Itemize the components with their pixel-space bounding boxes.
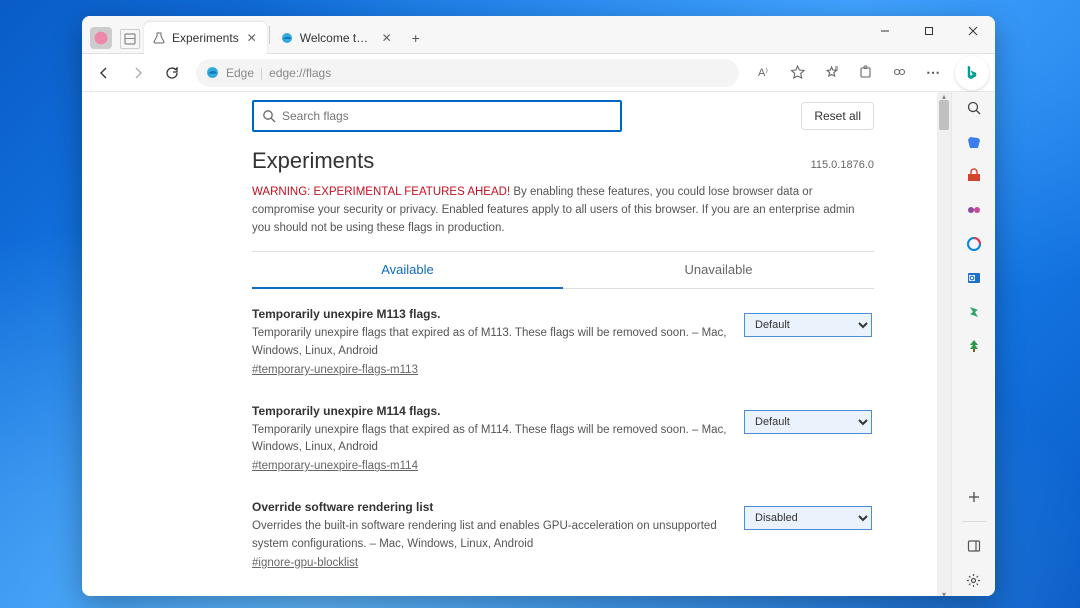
read-aloud-button[interactable]: A⁾ [747,58,779,88]
filter-tabs: Available Unavailable [252,251,874,289]
search-input[interactable] [282,109,612,123]
office-icon[interactable] [964,234,984,254]
address-url: edge://flags [269,66,331,80]
scrollbar[interactable]: ▴ ▾ [937,92,951,596]
flag-item: Temporarily unexpire M114 flags. Tempora… [252,404,874,475]
back-button[interactable] [88,58,120,88]
close-icon[interactable]: ✕ [380,31,394,45]
warning-text: WARNING: EXPERIMENTAL FEATURES AHEAD! By… [252,184,874,237]
flag-title: Temporarily unexpire M114 flags. [252,404,728,418]
collections-button[interactable] [883,58,915,88]
search-icon[interactable] [964,98,984,118]
tab-strip: Experiments ✕ Welcome to Microsoft Edge … [82,16,430,54]
page-title: Experiments [252,148,374,174]
close-icon[interactable]: ✕ [245,31,259,45]
games-icon[interactable] [964,200,984,220]
tab-welcome[interactable]: Welcome to Microsoft Edge Can ✕ [272,22,402,54]
minimize-button[interactable] [863,16,907,46]
content-area: Reset all Experiments 115.0.1876.0 WARNI… [82,92,995,596]
new-tab-button[interactable]: + [402,24,430,52]
tree-icon[interactable] [964,336,984,356]
tab-unavailable[interactable]: Unavailable [563,251,874,288]
close-button[interactable] [951,16,995,46]
toolbar: Edge | edge://flags A⁾ ⋯ [82,54,995,92]
add-icon[interactable] [964,487,984,507]
flag-dropdown[interactable]: Default [744,410,872,434]
flags-list: Temporarily unexpire M113 flags. Tempora… [252,307,874,596]
tab-experiments[interactable]: Experiments ✕ [144,22,267,54]
expand-sidebar-icon[interactable] [964,536,984,556]
menu-button[interactable]: ⋯ [917,58,949,88]
outlook-icon[interactable] [964,268,984,288]
shopping-icon[interactable] [964,132,984,152]
flag-title: Override software rendering list [252,500,728,514]
search-icon [262,109,276,123]
workspaces-button[interactable] [120,29,140,49]
flag-dropdown[interactable]: Default [744,313,872,337]
reset-all-button[interactable]: Reset all [801,102,874,130]
tab-title: Experiments [172,31,239,45]
address-brand: Edge [226,66,254,80]
address-bar[interactable]: Edge | edge://flags [196,59,739,87]
favorites-button[interactable] [815,58,847,88]
refresh-button[interactable] [156,58,188,88]
version-label: 115.0.1876.0 [811,159,874,171]
flag-anchor-link[interactable]: #ignore-gpu-blocklist [252,557,358,569]
edge-icon [206,66,220,80]
flag-dropdown[interactable]: Disabled [744,506,872,530]
flag-item: Override software rendering list Overrid… [252,500,874,571]
tools-icon[interactable] [964,166,984,186]
drop-icon[interactable] [964,302,984,322]
extensions-button[interactable] [849,58,881,88]
star-button[interactable] [781,58,813,88]
tab-available[interactable]: Available [252,251,563,289]
search-flags-box[interactable] [252,100,622,132]
bing-button[interactable] [955,56,989,90]
flag-description: Temporarily unexpire flags that expired … [252,422,728,457]
scrollbar-thumb[interactable] [939,100,949,130]
edge-sidebar [951,92,995,596]
forward-button[interactable] [122,58,154,88]
settings-icon[interactable] [964,570,984,590]
flag-anchor-link[interactable]: #temporary-unexpire-flags-m114 [252,460,418,472]
window-controls [863,16,995,46]
maximize-button[interactable] [907,16,951,46]
edge-icon [280,31,294,45]
flag-item: Temporarily unexpire M113 flags. Tempora… [252,307,874,378]
flag-title: Temporarily unexpire M113 flags. [252,307,728,321]
flag-description: Overrides the built-in software renderin… [252,518,728,553]
browser-window: Experiments ✕ Welcome to Microsoft Edge … [82,16,995,596]
titlebar: Experiments ✕ Welcome to Microsoft Edge … [82,16,995,54]
profile-button[interactable] [90,27,112,49]
page-content: Reset all Experiments 115.0.1876.0 WARNI… [82,92,937,596]
flag-description: Temporarily unexpire flags that expired … [252,325,728,360]
flask-icon [152,31,166,45]
tab-title: Welcome to Microsoft Edge Can [300,31,374,45]
flag-anchor-link[interactable]: #temporary-unexpire-flags-m113 [252,364,418,376]
